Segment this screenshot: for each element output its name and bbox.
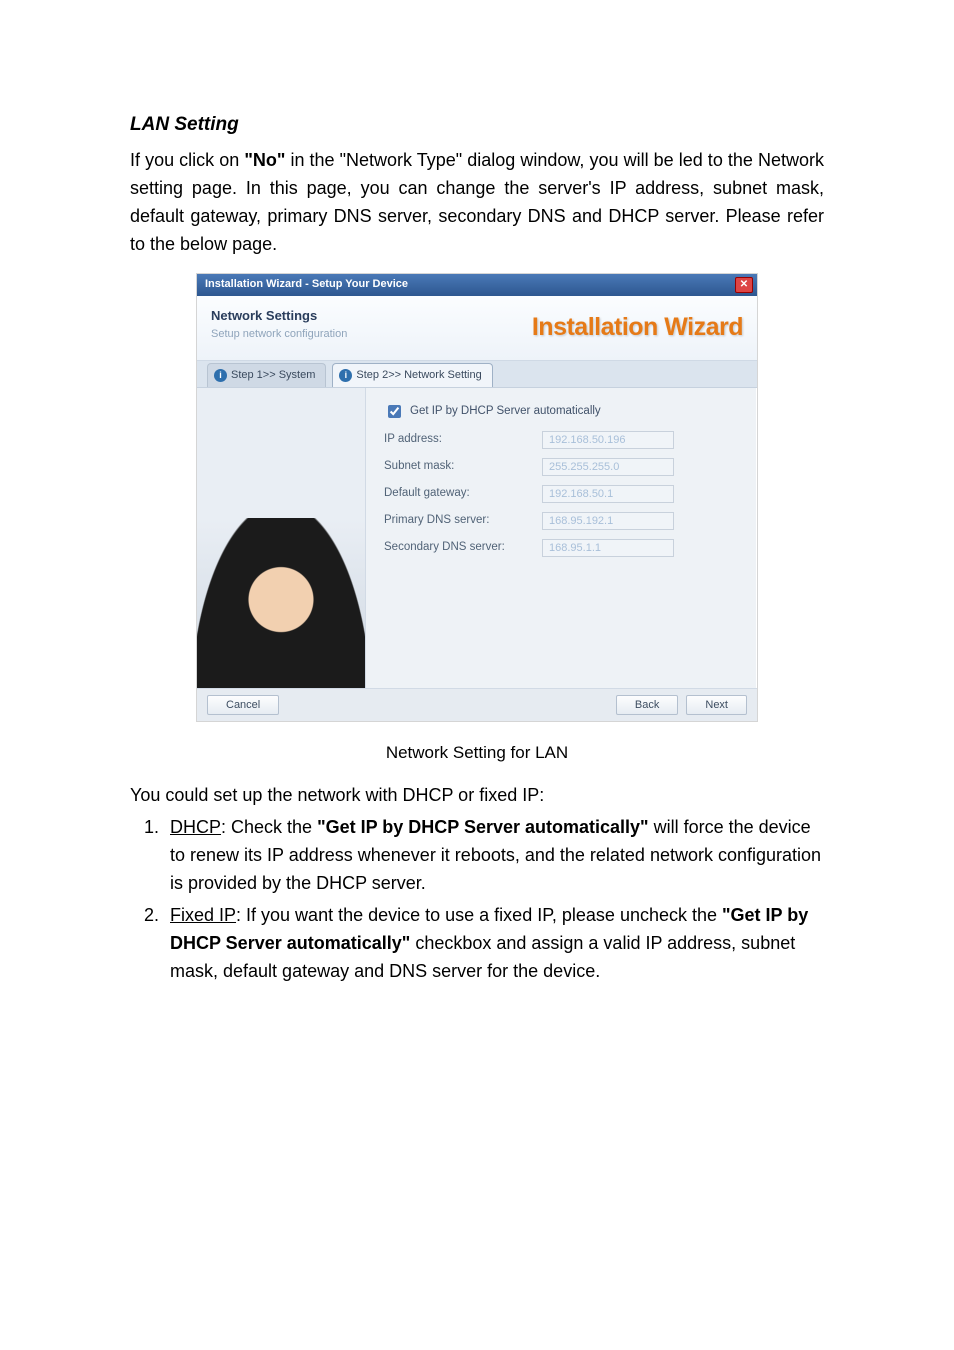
next-button[interactable]: Next	[686, 695, 747, 715]
dns2-label: Secondary DNS server:	[384, 539, 532, 557]
dhcp-checkbox-label: Get IP by DHCP Server automatically	[410, 403, 601, 421]
instruction-list: DHCP: Check the "Get IP by DHCP Server a…	[130, 814, 824, 985]
tab-step1-label: Step 1>> System	[231, 367, 315, 384]
intro-paragraph: If you click on "No" in the "Network Typ…	[130, 147, 824, 259]
tab-step1[interactable]: i Step 1>> System	[207, 363, 326, 387]
close-icon[interactable]: ✕	[735, 277, 753, 293]
text: : Check the	[221, 817, 317, 837]
ip-input[interactable]	[542, 431, 674, 449]
back-button[interactable]: Back	[616, 695, 678, 715]
brand-logo-text: Installation Wizard	[532, 306, 743, 347]
window-header: Network Settings Setup network configura…	[197, 296, 757, 361]
left-sidebar	[197, 388, 366, 688]
dns1-label: Primary DNS server:	[384, 512, 532, 530]
step-icon: i	[339, 369, 352, 382]
avatar	[197, 518, 365, 688]
header-subtitle: Setup network configuration	[211, 326, 347, 343]
dhcp-bold: "Get IP by DHCP Server automatically"	[317, 817, 649, 837]
list-item: DHCP: Check the "Get IP by DHCP Server a…	[164, 814, 824, 898]
tab-step2[interactable]: i Step 2>> Network Setting	[332, 363, 492, 387]
figure-caption: Network Setting for LAN	[130, 740, 824, 766]
step-tabs: i Step 1>> System i Step 2>> Network Set…	[197, 361, 757, 388]
intro-no: "No"	[244, 150, 285, 170]
header-title: Network Settings	[211, 306, 347, 326]
section-heading: LAN Setting	[130, 110, 824, 139]
dns2-input[interactable]	[542, 539, 674, 557]
window-title: Installation Wizard - Setup Your Device	[205, 276, 408, 293]
gateway-label: Default gateway:	[384, 485, 532, 503]
step-icon: i	[214, 369, 227, 382]
gateway-input[interactable]	[542, 485, 674, 503]
mask-label: Subnet mask:	[384, 458, 532, 476]
list-item: Fixed IP: If you want the device to use …	[164, 902, 824, 986]
mask-input[interactable]	[542, 458, 674, 476]
window-titlebar: Installation Wizard - Setup Your Device …	[197, 274, 757, 296]
dhcp-term: DHCP	[170, 817, 221, 837]
screenshot-window: Installation Wizard - Setup Your Device …	[196, 273, 758, 722]
network-form: Get IP by DHCP Server automatically IP a…	[366, 388, 757, 688]
fixedip-term: Fixed IP	[170, 905, 236, 925]
wizard-footer: Cancel Back Next	[197, 688, 757, 721]
ip-label: IP address:	[384, 431, 532, 449]
dns1-input[interactable]	[542, 512, 674, 530]
text: : If you want the device to use a fixed …	[236, 905, 722, 925]
intro-pre: If you click on	[130, 150, 244, 170]
cancel-button[interactable]: Cancel	[207, 695, 279, 715]
dhcp-checkbox[interactable]	[388, 405, 401, 418]
after-lead: You could set up the network with DHCP o…	[130, 782, 824, 810]
tab-step2-label: Step 2>> Network Setting	[356, 367, 481, 384]
